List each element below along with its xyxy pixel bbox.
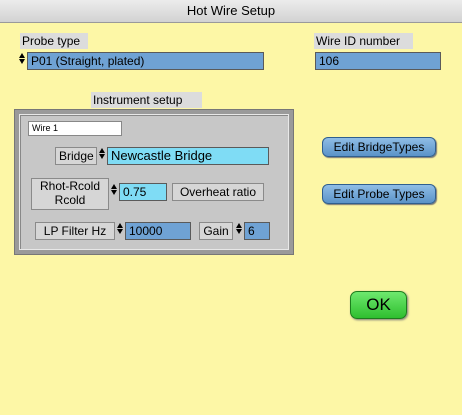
rhot-rcold-label: Rhot-Rcold Rcold — [31, 178, 109, 210]
edit-probe-types-button[interactable]: Edit Probe Types — [322, 184, 436, 204]
gain-field[interactable]: 6 — [244, 222, 270, 240]
window-title: Hot Wire Setup — [0, 0, 462, 23]
stepper-up-icon[interactable] — [99, 148, 105, 153]
rhot-rcold-label-line2: Rcold — [54, 193, 86, 207]
stepper-down-icon[interactable] — [111, 190, 117, 195]
ratio-value-field[interactable]: 0.75 — [119, 183, 167, 201]
stepper-up-icon[interactable] — [19, 53, 25, 58]
ok-button[interactable]: OK — [350, 291, 407, 319]
rhot-rcold-label-line1: Rhot-Rcold — [39, 179, 101, 193]
stepper-up-icon[interactable] — [236, 223, 242, 228]
stepper-down-icon[interactable] — [236, 229, 242, 234]
probe-type-label: Probe type — [20, 33, 88, 49]
lp-filter-field[interactable]: 10000 — [125, 222, 191, 240]
probe-type-stepper[interactable] — [19, 52, 25, 70]
stepper-up-icon[interactable] — [117, 223, 123, 228]
bridge-select[interactable]: Newcastle Bridge — [107, 147, 269, 165]
edit-bridge-types-button[interactable]: Edit BridgeTypes — [322, 137, 436, 157]
wire-name-field[interactable]: Wire 1 — [28, 121, 122, 136]
ratio-stepper[interactable] — [111, 183, 117, 201]
wire-id-label: Wire ID number — [314, 33, 413, 49]
instrument-setup-label: Instrument setup — [91, 92, 202, 108]
bridge-stepper[interactable] — [99, 147, 105, 165]
lp-filter-stepper[interactable] — [117, 222, 123, 240]
stepper-down-icon[interactable] — [117, 229, 123, 234]
overheat-ratio-label: Overheat ratio — [172, 183, 264, 201]
gain-label: Gain — [199, 222, 233, 240]
gain-stepper[interactable] — [236, 222, 242, 240]
bridge-label: Bridge — [55, 147, 97, 165]
probe-type-select[interactable]: P01 (Straight, plated) — [27, 52, 264, 70]
stepper-up-icon[interactable] — [111, 184, 117, 189]
lp-filter-label: LP Filter Hz — [35, 222, 115, 240]
stepper-down-icon[interactable] — [19, 59, 25, 64]
wire-id-field[interactable]: 106 — [315, 52, 441, 70]
stepper-down-icon[interactable] — [99, 154, 105, 159]
